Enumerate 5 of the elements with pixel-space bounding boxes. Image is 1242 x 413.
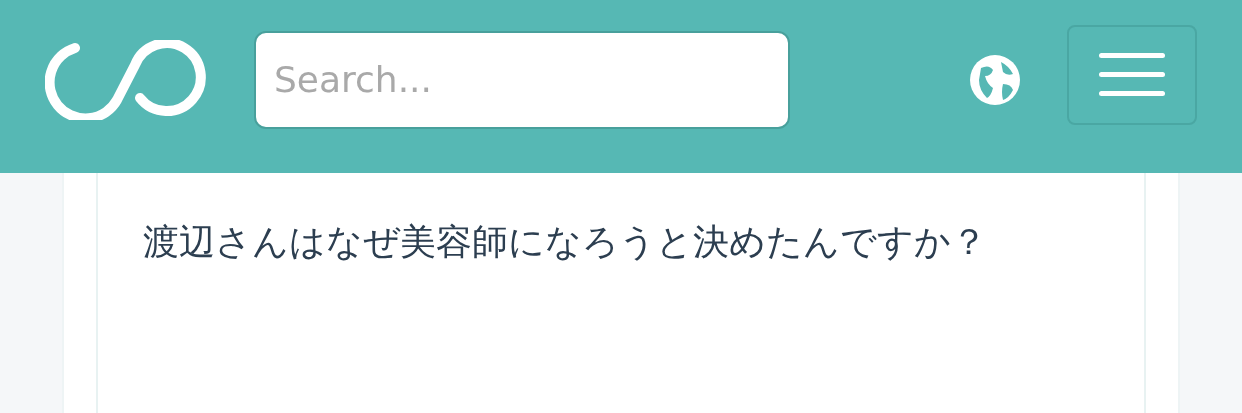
infinity-logo-icon[interactable] xyxy=(45,39,207,120)
globe-icon[interactable] xyxy=(969,53,1021,106)
question-text: 渡辺さんはなぜ美容師になろうと決めたんですか？ xyxy=(143,220,988,264)
search-field[interactable]: Search... xyxy=(254,30,790,129)
menu-button[interactable] xyxy=(1067,24,1197,125)
